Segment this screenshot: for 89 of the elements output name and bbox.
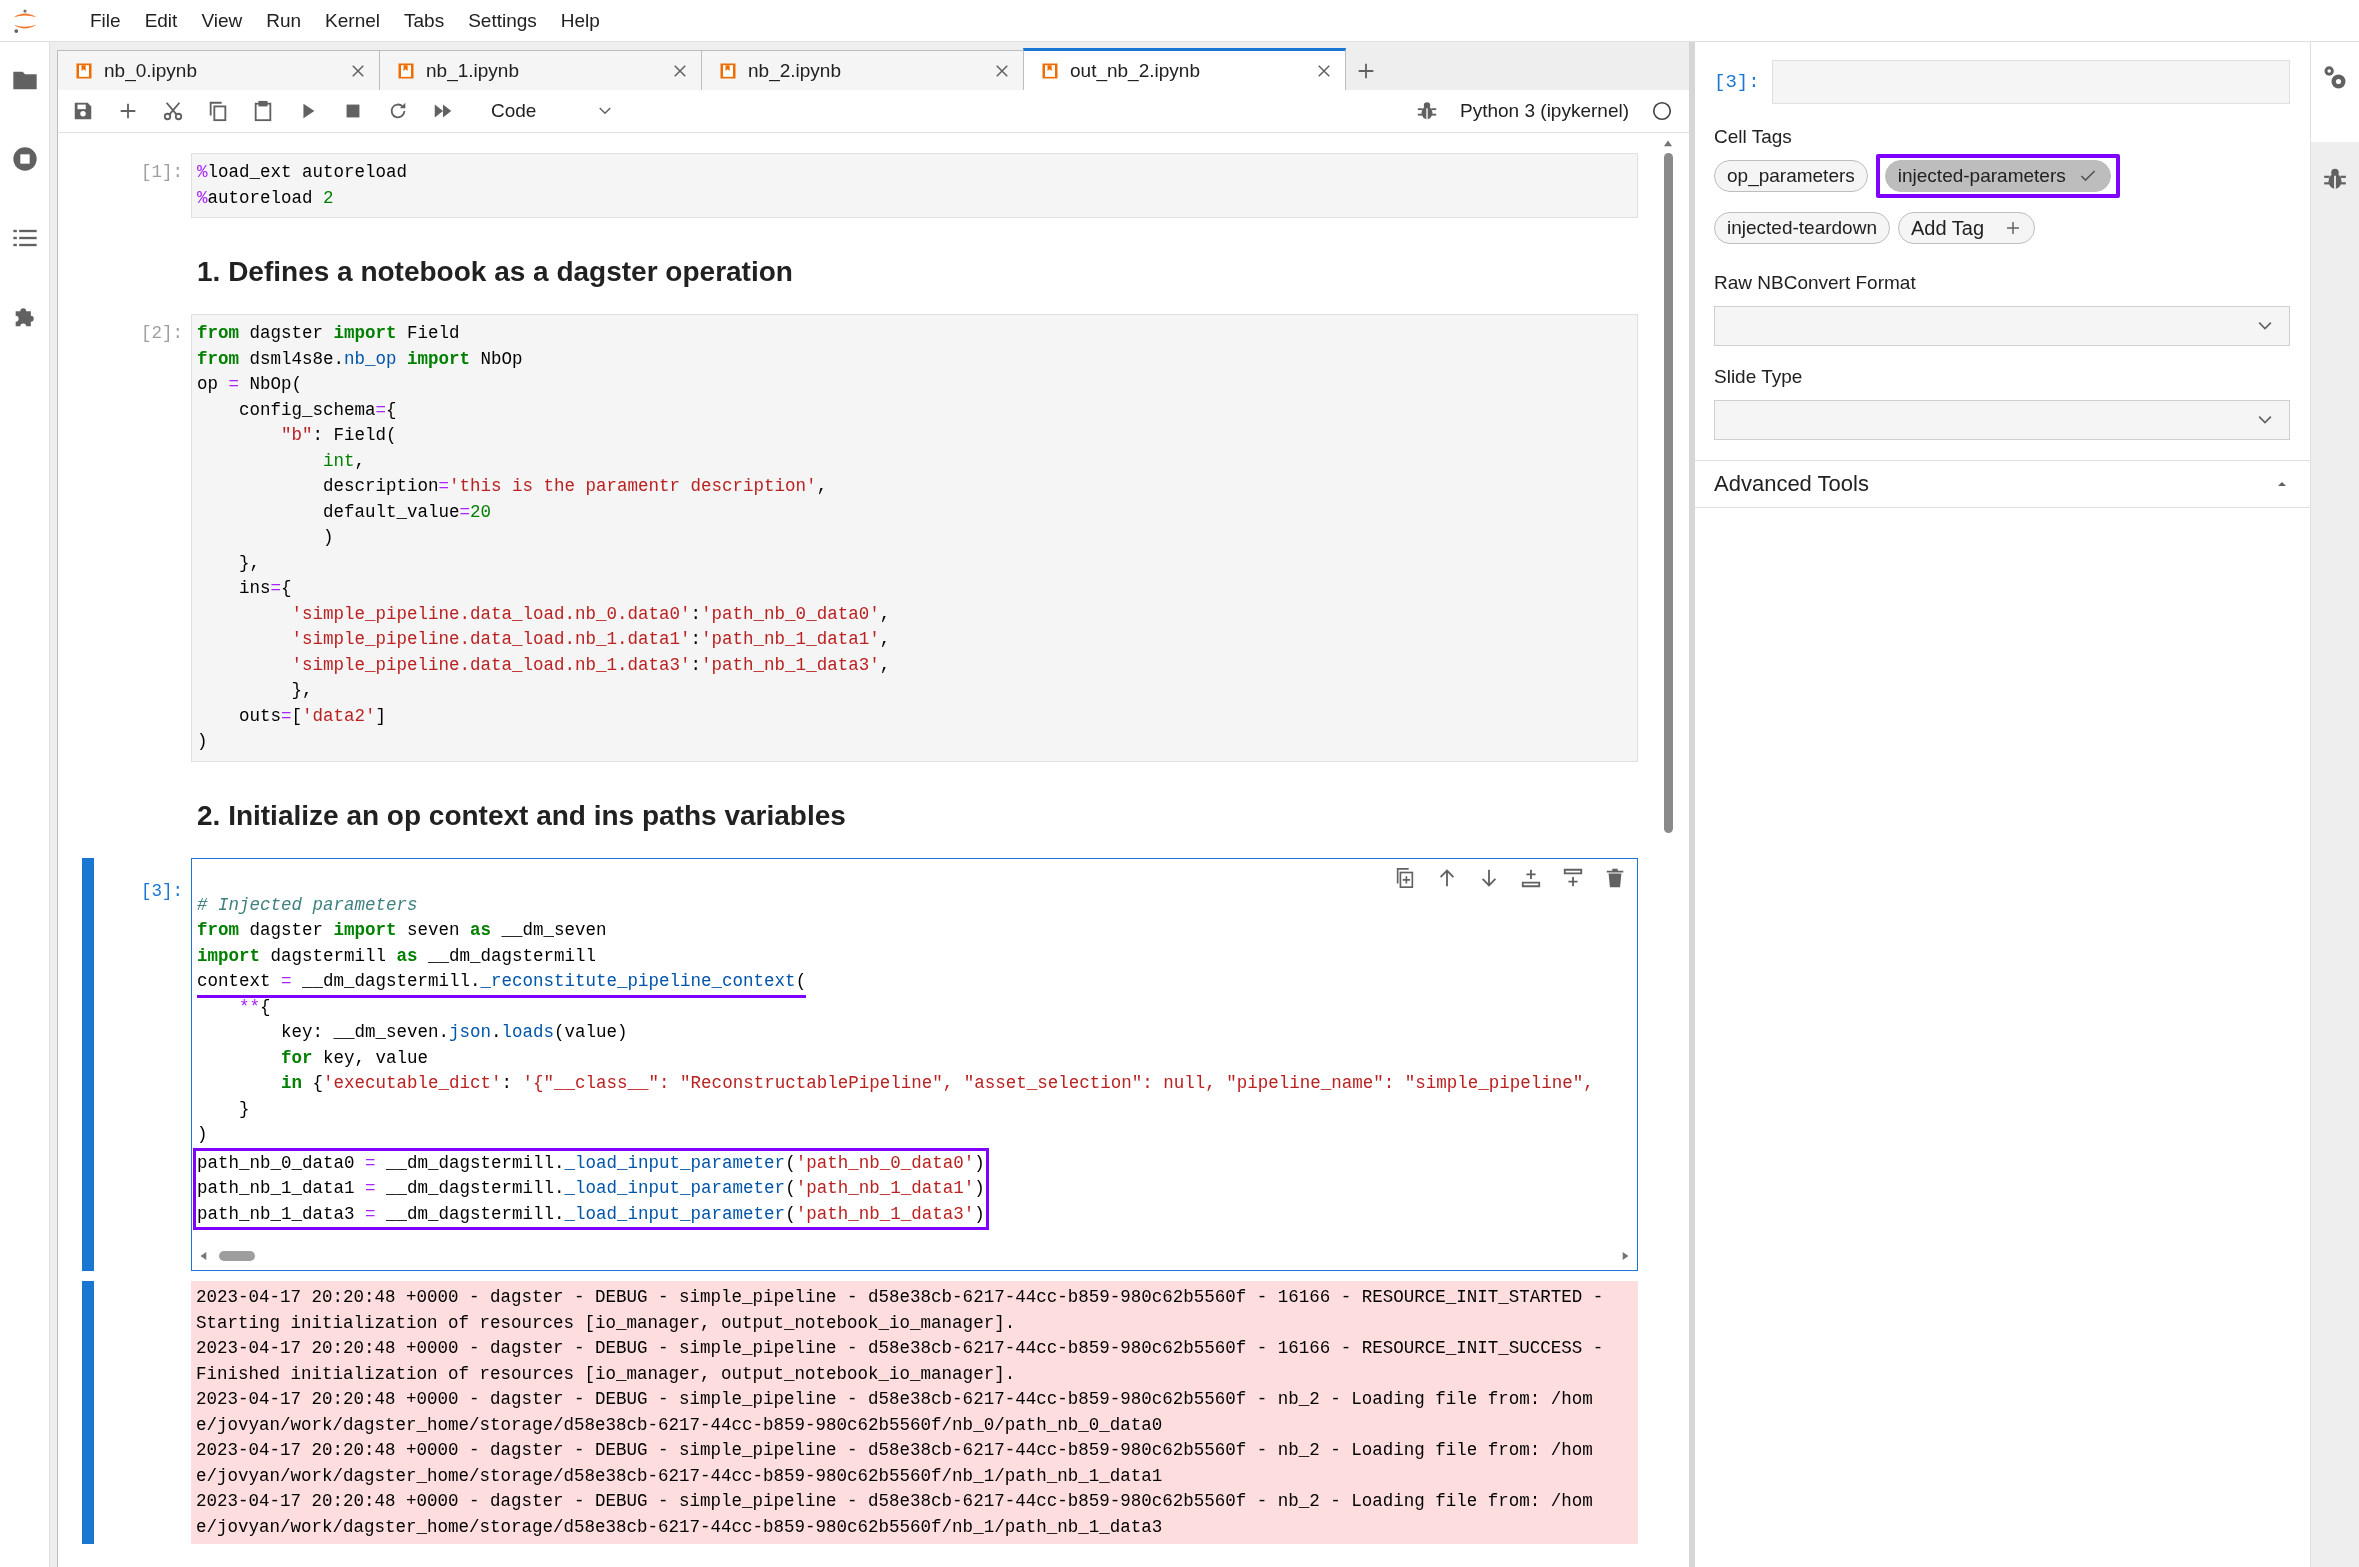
code-line: },	[238, 551, 260, 575]
code-line: %load_ext autoreload	[197, 161, 408, 184]
code-line: "b": Field(	[280, 424, 397, 447]
trash-icon[interactable]	[1604, 866, 1626, 889]
code-line: description='this is the paramentr description',	[322, 475, 828, 498]
clipboard-icon[interactable]	[252, 100, 274, 122]
code-line: key: __dm_seven.json.loads(value)	[280, 1021, 628, 1044]
menu-item[interactable]: View	[189, 5, 255, 36]
running-icon[interactable]	[10, 145, 39, 173]
code-line: int,	[322, 449, 366, 473]
code-line: context = __dm_dagstermill._reconstitute_pipeline_context(	[197, 969, 807, 998]
menu-item[interactable]: Help	[548, 5, 612, 36]
output-line: Starting initialization of resources [io_manager, output_notebook_io_manager].	[196, 1311, 1017, 1335]
output-line: 2023-04-17 20:20:48 +0000 - dagster - DEBUG - simple_pipeline - d58e38cb-6217-44cc-b859-980c62b5560f - nb_2 - Loading file from: /hom	[196, 1388, 1594, 1411]
code-line: ins={	[238, 577, 292, 600]
output-line: 2023-04-17 20:20:48 +0000 - dagster - DEBUG - simple_pipeline - d58e38cb-6217-44cc-b859-980c62b5560f - 16166 - RESOURCE_INIT_STARTED -	[196, 1286, 1605, 1309]
code-line: op = NbOp(	[197, 373, 303, 396]
output-line: e/jovyan/work/dagster_home/storage/d58e38cb-6217-44cc-b859-980c62b5560f/nb_0/path_nb_0_data0	[196, 1413, 1164, 1437]
cell-prompt: [3]:	[141, 879, 183, 903]
bug-icon[interactable]	[2322, 166, 2348, 192]
code-line: path_nb_1_data3 = __dm_dagstermill._load_input_parameter('path_nb_1_data3')	[197, 1202, 985, 1226]
cell-prompt: [2]:	[141, 322, 183, 345]
code-line: )	[322, 526, 334, 549]
input-field[interactable]	[1771, 60, 2290, 104]
insert-below-icon[interactable]	[1562, 866, 1584, 889]
code-line: config_schema={	[238, 398, 397, 422]
code-line: # Injected parameters	[197, 893, 418, 917]
code-editor[interactable]	[191, 857, 1638, 1271]
scrollbar-thumb[interactable]	[219, 1251, 255, 1261]
code-line: from dagster import Field	[197, 322, 460, 345]
kernel-name[interactable]: Python 3 (ipykernel)	[1460, 100, 1629, 122]
heading: 1. Defines a notebook as a dagster operation	[196, 255, 793, 289]
code-line: )	[197, 730, 208, 753]
code-line: in {'executable_dict': '{"__class__": "ReconstructablePipeline", "asset_selection": null, "pipeline_name": "simple_pipeline",	[280, 1072, 1594, 1095]
menu-item[interactable]: Kernel	[313, 5, 392, 36]
code-line: },	[290, 679, 313, 702]
tab[interactable]: nb_0.ipynb	[57, 50, 380, 90]
bug-icon[interactable]	[1416, 100, 1439, 122]
code-line: default_value=20	[322, 500, 492, 524]
scissors-icon[interactable]	[162, 100, 184, 122]
code-line: import dagstermill as __dm_dagstermill	[197, 944, 597, 968]
field-label: Raw NBConvert Format	[1714, 272, 1916, 293]
duplicate-icon[interactable]	[1394, 866, 1416, 889]
add-icon	[2004, 219, 2022, 237]
code-line: outs=['data2']	[238, 704, 387, 728]
code-line: path_nb_0_data0 = __dm_dagstermill._load_input_parameter('path_nb_0_data0')	[197, 1151, 985, 1175]
code-line: %autoreload 2	[197, 186, 334, 210]
tab[interactable]: nb_1.ipynb	[379, 50, 702, 90]
cell-prompt: [3]:	[1714, 71, 1760, 93]
kernel-status-icon	[1651, 100, 1673, 122]
output-line: 2023-04-17 20:20:48 +0000 - dagster - DEBUG - simple_pipeline - d58e38cb-6217-44cc-b859-980c62b5560f - nb_2 - Loading file from: /hom	[196, 1439, 1594, 1462]
tag[interactable]: injected-teardown	[1714, 212, 1890, 244]
section-header[interactable]: Advanced Tools	[1695, 460, 2310, 508]
field-label: Slide Type	[1714, 366, 1803, 387]
output-line: Finished initialization of resources [io_manager, output_notebook_io_manager].	[196, 1362, 1017, 1386]
code-line: }	[238, 1097, 250, 1121]
output-line: 2023-04-17 20:20:48 +0000 - dagster - DEBUG - simple_pipeline - d58e38cb-6217-44cc-b859-980c62b5560f - 16166 - RESOURCE_INIT_SUCCESS -	[196, 1337, 1605, 1360]
cell-prompt: [1]:	[141, 161, 183, 184]
code-line: path_nb_1_data1 = __dm_dagstermill._load_input_parameter('path_nb_1_data1')	[197, 1177, 985, 1200]
scrollbar-thumb[interactable]	[1663, 153, 1673, 833]
tab[interactable]: nb_2.ipynb	[701, 50, 1024, 90]
code-editor[interactable]: %load_ext autoreload %autoreload 2	[191, 153, 1638, 218]
select-field[interactable]	[1714, 306, 2290, 346]
menu-item[interactable]: Edit	[132, 5, 190, 36]
menu-item[interactable]: Run	[254, 5, 314, 36]
menu-item[interactable]: Settings	[456, 5, 549, 36]
code-line: 'simple_pipeline.data_load.nb_1.data3':'path_nb_1_data3',	[290, 653, 891, 677]
tab[interactable]: out_nb_2.ipynb	[1023, 48, 1346, 90]
save-icon[interactable]	[72, 100, 94, 122]
output-line: e/jovyan/work/dagster_home/storage/d58e38cb-6217-44cc-b859-980c62b5560f/nb_1/path_nb_1_data1	[196, 1464, 1164, 1488]
code-line: 'simple_pipeline.data_load.nb_0.data0':'path_nb_0_data0',	[290, 602, 891, 626]
select-field[interactable]	[1714, 400, 2290, 440]
add-tag-button[interactable]: Add Tag	[1898, 212, 2035, 244]
output-line: 2023-04-17 20:20:48 +0000 - dagster - DEBUG - simple_pipeline - d58e38cb-6217-44cc-b859-980c62b5560f - nb_2 - Loading file from: /hom	[196, 1490, 1594, 1513]
code-line: **{	[238, 995, 271, 1019]
output-line: e/jovyan/work/dagster_home/storage/d58e38cb-6217-44cc-b859-980c62b5560f/nb_1/path_nb_1_data3	[196, 1515, 1164, 1539]
code-line: )	[197, 1123, 208, 1146]
code-line: from dagster import seven as __dm_seven	[197, 919, 607, 942]
menu-item[interactable]: File	[78, 5, 133, 36]
copy-icon[interactable]	[207, 100, 229, 122]
tag[interactable]: op_parameters	[1714, 160, 1868, 192]
tag[interactable]: injected-parameters	[1884, 160, 2111, 192]
menu-item[interactable]: Tabs	[392, 5, 457, 36]
code-line: from dsml4s8e.nb_op import NbOp	[197, 347, 523, 371]
cell-type-dropdown[interactable]: Code	[485, 96, 621, 126]
code-line: 'simple_pipeline.data_load.nb_1.data1':'path_nb_1_data1',	[290, 628, 891, 651]
heading: 2. Initialize an op context and ins paths variables	[196, 798, 846, 833]
section-label: Cell Tags	[1714, 126, 1792, 148]
code-line: for key, value	[280, 1046, 429, 1070]
